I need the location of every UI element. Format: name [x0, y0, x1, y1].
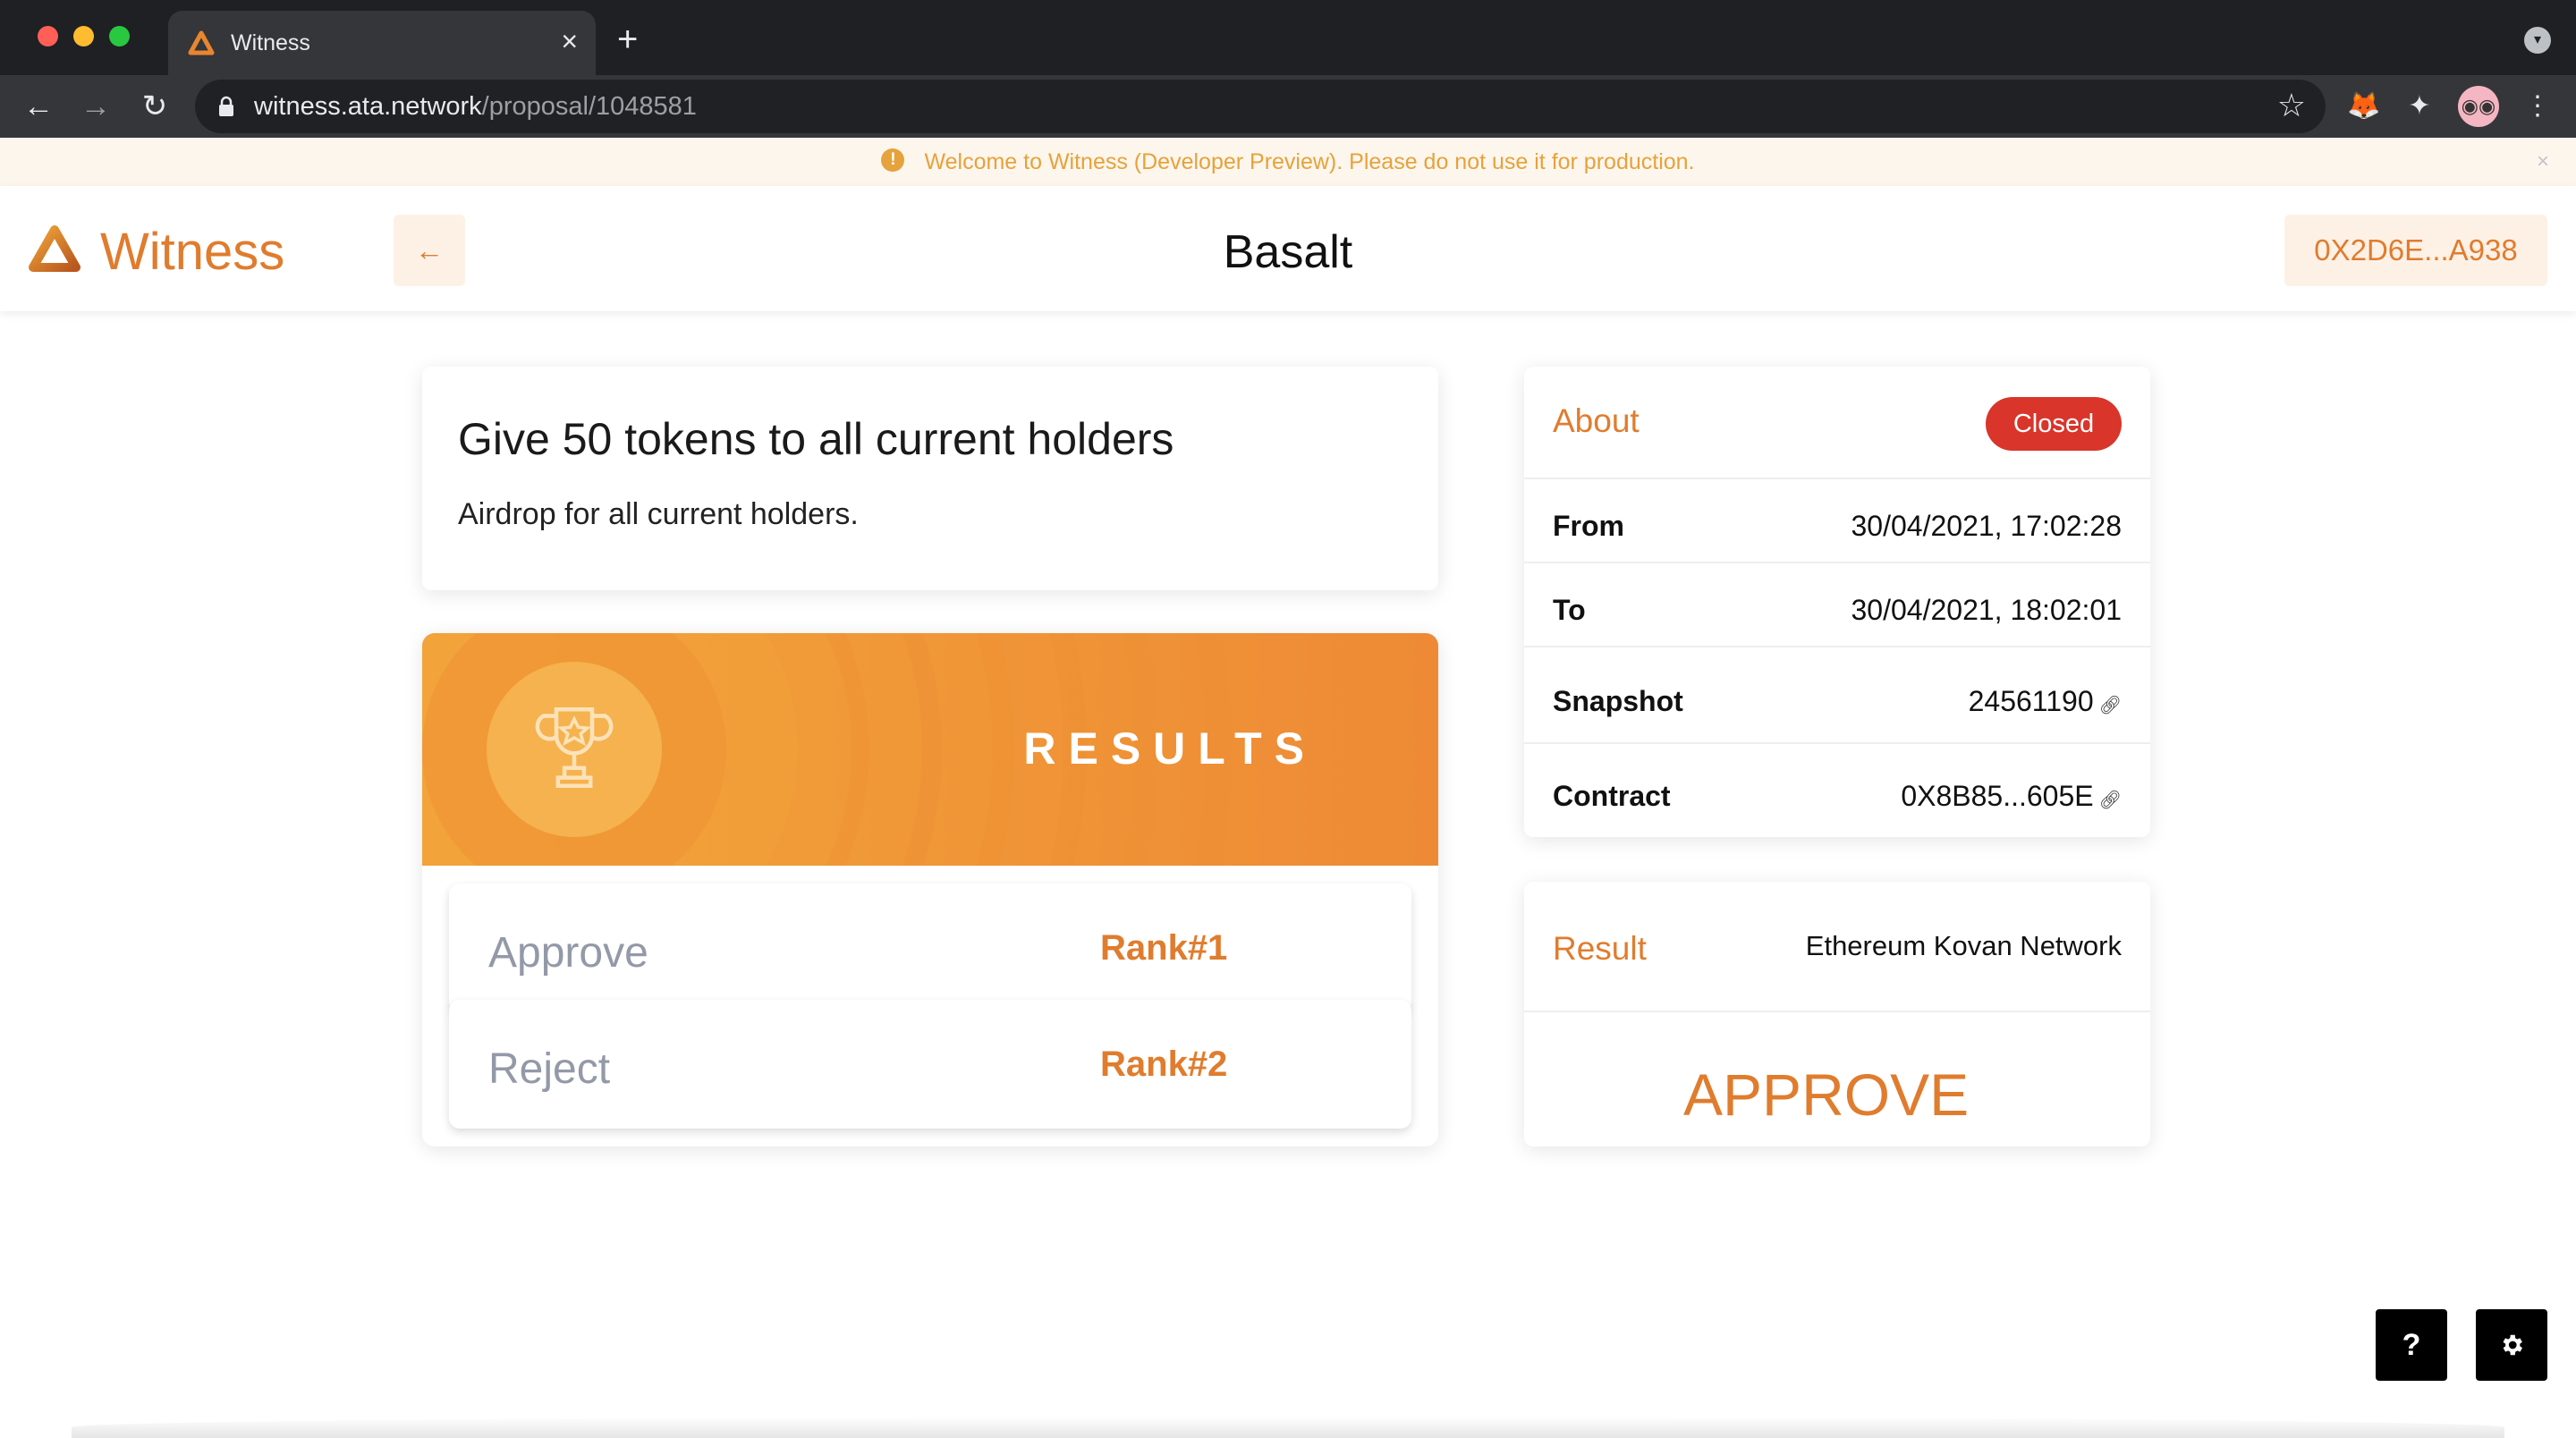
window-close-button[interactable] [38, 26, 58, 47]
profile-avatar[interactable]: ◉◉ [2458, 86, 2499, 127]
reload-icon[interactable]: ↻ [132, 84, 177, 129]
external-link-icon: 🔗︎ [2098, 791, 2122, 810]
bottom-shadow [72, 1417, 2504, 1438]
snapshot-link[interactable]: 24561190 🔗︎ [1969, 685, 2122, 718]
contract-value: 0X8B85...605E [1901, 780, 2094, 812]
external-link-icon: 🔗︎ [2098, 696, 2122, 715]
app-header: Witness ← Basalt 0X2D6E...A938 [0, 186, 2576, 311]
browser-menu-icon[interactable]: ⋮ [2517, 86, 2558, 127]
help-button[interactable]: ? [2376, 1309, 2447, 1381]
to-value: 30/04/2021, 18:02:01 [1851, 594, 2123, 626]
banner-message: Welcome to Witness (Developer Preview). … [924, 149, 1695, 174]
bookmark-star-icon[interactable]: ☆ [2277, 87, 2306, 124]
witness-favicon-icon [188, 30, 215, 55]
option-label: Reject [488, 1045, 611, 1093]
metamask-extension-icon[interactable]: 🦊 [2343, 86, 2385, 127]
option-label: Approve [488, 929, 648, 977]
about-card: About Closed From 30/04/2021, 17:02:28 T… [1524, 367, 2150, 837]
page-title: Basalt [1223, 226, 1353, 278]
trophy-icon [535, 707, 614, 788]
from-label: From [1553, 510, 1624, 542]
option-rank: Rank#2 [1100, 1045, 1228, 1084]
tab-title: Witness [231, 30, 310, 55]
tab-search-icon[interactable]: ▾ [2524, 27, 2551, 54]
about-heading: About [1553, 402, 1640, 439]
window-maximize-button[interactable] [109, 26, 130, 47]
window-minimize-button[interactable] [73, 26, 94, 47]
back-arrow-icon[interactable]: ← [16, 84, 61, 129]
divider [1524, 646, 2150, 647]
proposal-card: Give 50 tokens to all current holders Ai… [422, 367, 1438, 590]
proposal-title: Give 50 tokens to all current holders [458, 414, 1174, 464]
results-heading: RESULTS [1023, 723, 1317, 774]
tab-close-icon[interactable]: × [561, 25, 578, 57]
divider [1524, 742, 2150, 744]
result-heading: Result [1553, 930, 1647, 967]
results-card: RESULTS Approve Rank#1 Reject Rank#2 [422, 633, 1438, 1146]
divider [1524, 562, 2150, 563]
url-host: witness.ata.network [254, 92, 482, 121]
page-content: ! Welcome to Witness (Developer Preview).… [0, 138, 2576, 1438]
wallet-address-button[interactable]: 0X2D6E...A938 [2284, 215, 2547, 286]
gear-icon [2503, 1334, 2522, 1356]
banner-close-icon[interactable]: × [2537, 138, 2549, 186]
option-approve[interactable]: Approve Rank#1 [449, 884, 1411, 1012]
contract-link[interactable]: 0X8B85...605E 🔗︎ [1901, 780, 2122, 813]
proposal-description: Airdrop for all current holders. [458, 497, 859, 531]
result-outcome: APPROVE [1683, 1062, 1970, 1128]
browser-toolbar: ← → ↻ witness.ata.network/proposal/10485… [0, 75, 2576, 138]
warning-icon: ! [881, 148, 905, 173]
snapshot-label: Snapshot [1553, 685, 1683, 717]
divider [1524, 1011, 2150, 1012]
results-banner: RESULTS [422, 633, 1438, 866]
dev-preview-banner: ! Welcome to Witness (Developer Preview).… [0, 138, 2576, 186]
browser-tab-strip: Witness × + ▾ [0, 0, 2576, 75]
network-name: Ethereum Kovan Network [1805, 930, 2122, 961]
status-badge: Closed [1986, 397, 2122, 451]
settings-button[interactable] [2476, 1309, 2547, 1381]
snapshot-value: 24561190 [1968, 685, 2094, 717]
address-bar[interactable]: witness.ata.network/proposal/1048581 ☆ [195, 80, 2326, 133]
browser-tab[interactable]: Witness × [168, 11, 596, 75]
forward-arrow-icon[interactable]: → [73, 84, 118, 129]
contract-label: Contract [1553, 780, 1671, 812]
option-rank: Rank#1 [1100, 928, 1228, 968]
to-label: To [1553, 594, 1586, 626]
from-value: 30/04/2021, 17:02:28 [1851, 510, 2123, 542]
option-reject[interactable]: Reject Rank#2 [449, 1000, 1411, 1129]
url-path: /proposal/1048581 [481, 92, 697, 121]
result-card: Result Ethereum Kovan Network APPROVE [1524, 882, 2150, 1146]
divider [1524, 478, 2150, 479]
extensions-puzzle-icon[interactable]: ✦ [2399, 86, 2440, 127]
new-tab-button[interactable]: + [617, 21, 638, 57]
url-text: witness.ata.network/proposal/1048581 [254, 92, 697, 122]
lock-icon [219, 96, 233, 116]
